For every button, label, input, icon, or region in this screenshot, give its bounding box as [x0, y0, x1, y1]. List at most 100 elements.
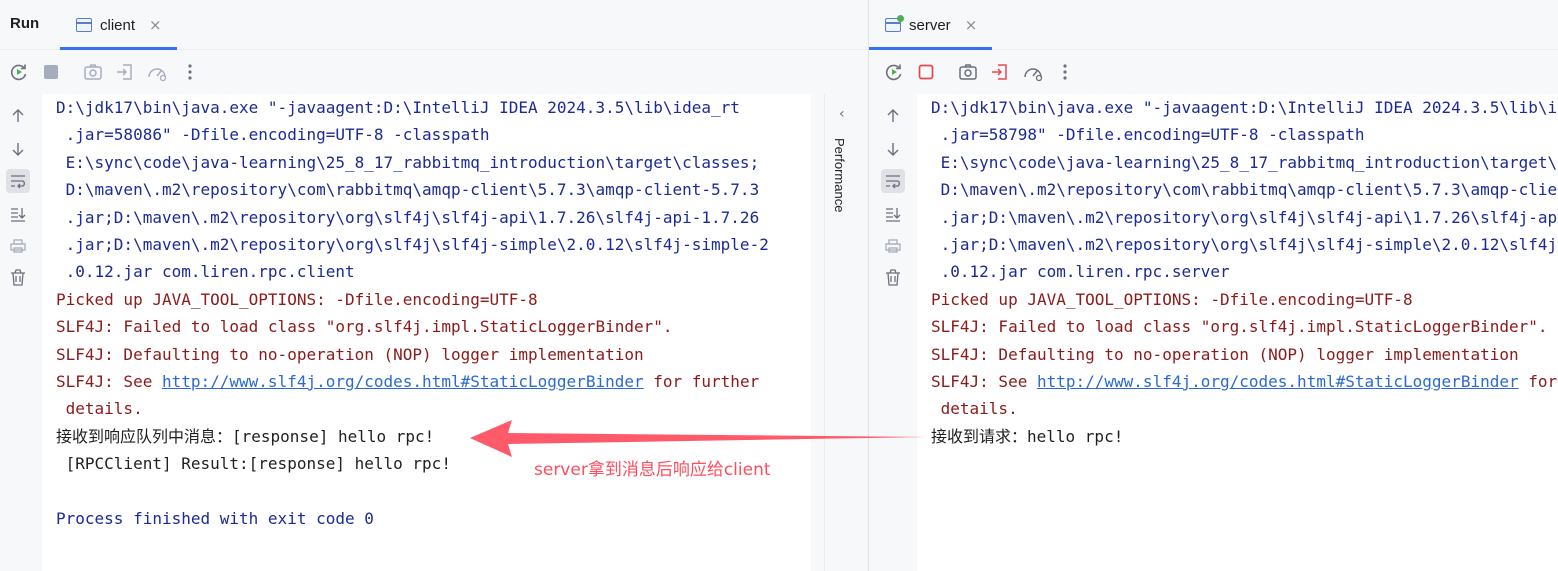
console-line: D:\jdk17\bin\java.exe "-javaagent:D:\Int…	[931, 98, 1558, 117]
soft-wrap-icon	[886, 175, 900, 189]
soft-wrap-icon	[11, 175, 25, 189]
clear-all-button[interactable]	[6, 266, 30, 290]
console-text: for further	[1528, 371, 1558, 391]
console-line: 接收到响应队列中消息：[response] hello rpc!	[56, 426, 435, 446]
profiler-button[interactable]	[146, 61, 168, 83]
scroll-to-end-button[interactable]	[881, 202, 905, 226]
console-text: SLF4J: See	[931, 371, 1037, 391]
console-line: details.	[931, 399, 1018, 419]
scroll-to-end-button[interactable]	[6, 202, 30, 226]
scroll-to-end-icon	[886, 208, 901, 222]
camera-icon	[84, 64, 102, 80]
more-vertical-icon	[188, 64, 192, 80]
console-line: 接收到请求：hello rpc!	[931, 426, 1124, 446]
console-line: Process finished with exit code 0	[56, 508, 374, 528]
console-line: .jar;D:\maven\.m2\repository\org\slf4j\s…	[56, 234, 769, 254]
screenshot-button[interactable]	[957, 61, 979, 83]
console-line: .jar;D:\maven\.m2\repository\org\slf4j\s…	[940, 207, 1558, 227]
performance-label[interactable]: Performance	[832, 138, 847, 212]
tab-close-icon[interactable]: ×	[965, 17, 978, 33]
restore-layout-button[interactable]	[114, 61, 136, 83]
rerun-icon	[10, 64, 27, 81]
console-line: SLF4J: Failed to load class "org.slf4j.i…	[931, 317, 1548, 337]
previous-occurrence-button[interactable]	[6, 104, 30, 128]
console-text: for further	[643, 371, 760, 391]
run-config-icon	[76, 18, 92, 32]
stop-icon	[44, 65, 58, 79]
arrow-down-icon	[12, 143, 24, 156]
annotation-label: server拿到消息后响应给client	[534, 460, 771, 480]
server-run-toolbar	[869, 51, 1558, 93]
stop-button[interactable]	[40, 61, 62, 83]
arrow-down-icon	[887, 143, 899, 156]
clear-all-button[interactable]	[881, 266, 905, 290]
console-line: .jar;D:\maven\.m2\repository\org\slf4j\s…	[56, 207, 760, 227]
console-line: SLF4J: Failed to load class "org.slf4j.i…	[56, 317, 673, 337]
previous-occurrence-button[interactable]	[881, 104, 905, 128]
arrow-up-icon	[887, 109, 899, 122]
next-occurrence-button[interactable]	[881, 137, 905, 161]
console-line: .jar=58086" -Dfile.encoding=UTF-8 -class…	[56, 125, 490, 145]
more-vertical-icon	[1063, 64, 1067, 80]
console-line: SLF4J: Defaulting to no-operation (NOP) …	[56, 344, 644, 364]
arrow-up-icon	[12, 109, 24, 122]
console-line: SLF4J: See http://www.slf4j.org/codes.ht…	[42, 368, 811, 395]
restore-layout-button[interactable]	[989, 61, 1011, 83]
console-hyperlink[interactable]: http://www.slf4j.org/codes.html#StaticLo…	[162, 372, 644, 391]
print-button[interactable]	[6, 234, 30, 258]
rerun-button[interactable]	[8, 61, 30, 83]
console-line: Picked up JAVA_TOOL_OPTIONS: -Dfile.enco…	[56, 289, 538, 309]
trash-icon	[886, 269, 900, 286]
stop-button[interactable]	[915, 61, 937, 83]
performance-side-panel[interactable]: ‹ Performance	[824, 94, 868, 571]
soft-wrap-button[interactable]	[6, 169, 30, 193]
trash-icon	[11, 269, 25, 286]
restore-icon	[992, 64, 1007, 80]
server-tab-bar: server ×	[869, 0, 1558, 50]
tab-client[interactable]: client ×	[60, 0, 177, 50]
profiler-button[interactable]	[1022, 61, 1044, 83]
console-line: E:\sync\code\java-learning\25_8_17_rabbi…	[56, 152, 760, 172]
active-tab-indicator	[869, 47, 992, 50]
console-side-toolbar	[0, 94, 42, 571]
console-text: SLF4J: See	[56, 371, 162, 391]
gauge-icon	[1024, 68, 1043, 82]
console-line: SLF4J: See http://www.slf4j.org/codes.ht…	[917, 368, 1558, 395]
run-config-icon	[885, 15, 904, 32]
console-line: D:\maven\.m2\repository\com\rabbitmq\amq…	[56, 180, 760, 200]
rerun-icon	[885, 64, 902, 81]
print-button[interactable]	[881, 234, 905, 258]
client-console-output[interactable]: D:\jdk17\bin\java.exe "-javaagent:D:\Int…	[42, 94, 811, 571]
server-console-output[interactable]: D:\jdk17\bin\java.exe "-javaagent:D:\Int…	[917, 94, 1558, 571]
soft-wrap-button[interactable]	[881, 169, 905, 193]
running-indicator	[897, 15, 904, 22]
print-icon	[10, 239, 26, 253]
console-line: .0.12.jar com.liren.rpc.server	[931, 262, 1230, 282]
console-line: .jar;D:\maven\.m2\repository\org\slf4j\s…	[940, 234, 1558, 254]
console-line: E:\sync\code\java-learning\25_8_17_rabbi…	[940, 152, 1558, 172]
stop-icon	[918, 64, 934, 80]
run-tool-window-title: Run	[10, 15, 40, 32]
rerun-button[interactable]	[883, 61, 905, 83]
console-line: D:\maven\.m2\repository\com\rabbitmq\amq…	[940, 180, 1558, 200]
tab-server-label: server	[909, 16, 951, 34]
console-line: .0.12.jar com.liren.rpc.client	[56, 262, 355, 282]
console-scroll-gutter	[811, 94, 824, 571]
screenshot-button[interactable]	[82, 61, 104, 83]
gauge-icon	[148, 68, 167, 82]
client-run-pane: Run client × D:\jdk17\bin\java.exe "-jav…	[0, 0, 868, 571]
more-actions-button[interactable]	[179, 61, 201, 83]
next-occurrence-button[interactable]	[6, 137, 30, 161]
more-actions-button[interactable]	[1054, 61, 1076, 83]
console-line: SLF4J: Defaulting to no-operation (NOP) …	[931, 344, 1519, 364]
console-line: D:\jdk17\bin\java.exe "-javaagent:D:\Int…	[56, 98, 740, 117]
tab-close-icon[interactable]: ×	[149, 17, 162, 33]
print-icon	[885, 239, 901, 253]
tab-server[interactable]: server ×	[869, 0, 992, 50]
restore-icon	[117, 64, 132, 80]
console-hyperlink[interactable]: http://www.slf4j.org/codes.html#StaticLo…	[1037, 372, 1519, 391]
console-line: .jar=58798" -Dfile.encoding=UTF-8 -class…	[931, 125, 1365, 145]
chevron-left-icon[interactable]: ‹	[839, 106, 845, 122]
console-line: Picked up JAVA_TOOL_OPTIONS: -Dfile.enco…	[931, 289, 1413, 309]
